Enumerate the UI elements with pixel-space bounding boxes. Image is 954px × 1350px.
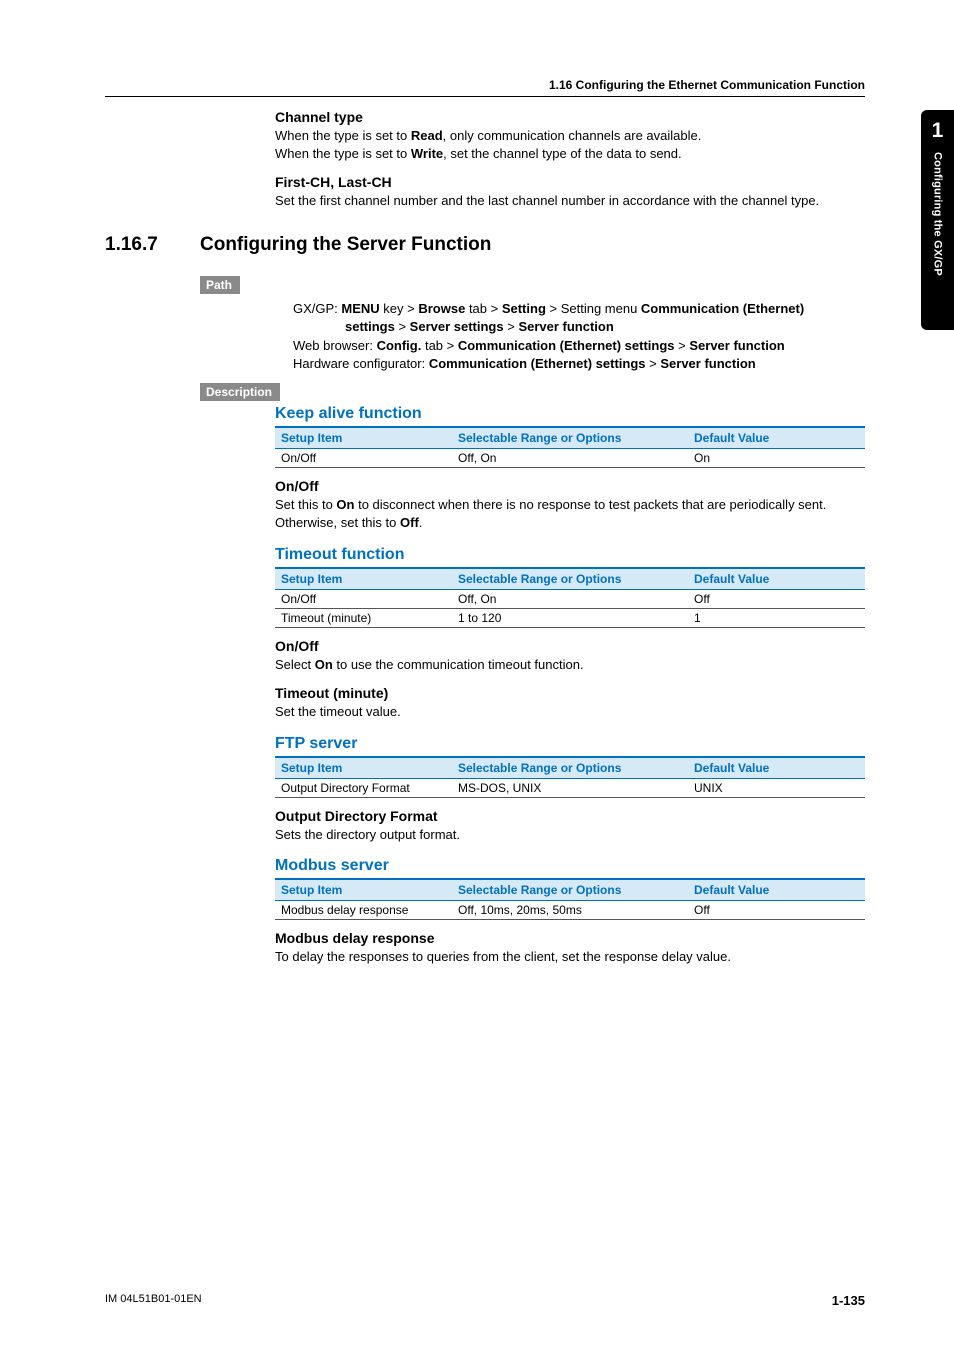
timeout-minute-text: Set the timeout value.: [275, 703, 865, 721]
th-default: Default Value: [688, 569, 865, 590]
table-row: Timeout (minute) 1 to 120 1: [275, 608, 865, 627]
th-default: Default Value: [688, 758, 865, 779]
th-default: Default Value: [688, 428, 865, 449]
table-row: Modbus delay response Off, 10ms, 20ms, 5…: [275, 901, 865, 920]
keep-alive-title: Keep alive function: [275, 405, 865, 428]
timeout-onoff-heading: On/Off: [275, 638, 865, 654]
timeout-onoff-text: Select On to use the communication timeo…: [275, 656, 865, 674]
path-line-web: Web browser: Config. tab > Communication…: [293, 337, 865, 355]
path-label: Path: [200, 276, 240, 294]
keep-alive-onoff-heading: On/Off: [275, 478, 865, 494]
footer-doc-id: IM 04L51B01-01EN: [105, 1293, 202, 1308]
timeout-minute-heading: Timeout (minute): [275, 685, 865, 701]
timeout-title: Timeout function: [275, 546, 865, 569]
ftp-odf-text: Sets the directory output format.: [275, 826, 865, 844]
keep-alive-table: Setup Item Selectable Range or Options D…: [275, 428, 865, 468]
section-title: Configuring the Server Function: [200, 234, 491, 256]
path-line-gxgp: GX/GP: MENU key > Browse tab > Setting >…: [293, 300, 865, 318]
content: 1.16 Configuring the Ethernet Communicat…: [105, 78, 865, 966]
channel-type-line2: When the type is set to Write, set the c…: [275, 145, 865, 163]
table-row: On/Off Off, On On: [275, 449, 865, 468]
th-default: Default Value: [688, 880, 865, 901]
channel-type-line1: When the type is set to Read, only commu…: [275, 127, 865, 145]
modbus-table: Setup Item Selectable Range or Options D…: [275, 880, 865, 920]
ftp-title: FTP server: [275, 735, 865, 758]
th-setup-item: Setup Item: [275, 569, 452, 590]
timeout-table: Setup Item Selectable Range or Options D…: [275, 569, 865, 628]
first-last-heading: First-CH, Last-CH: [275, 174, 865, 190]
th-setup-item: Setup Item: [275, 758, 452, 779]
description-label: Description: [200, 383, 280, 401]
running-header: 1.16 Configuring the Ethernet Communicat…: [105, 78, 865, 97]
section-number: 1.16.7: [105, 234, 200, 256]
th-options: Selectable Range or Options: [452, 880, 688, 901]
ftp-odf-heading: Output Directory Format: [275, 808, 865, 824]
footer-page-number: 1-135: [832, 1293, 865, 1308]
keep-alive-section: Keep alive function Setup Item Selectabl…: [275, 405, 865, 965]
th-setup-item: Setup Item: [275, 880, 452, 901]
keep-alive-onoff-text: Set this to On to disconnect when there …: [275, 496, 865, 531]
modbus-mdr-text: To delay the responses to queries from t…: [275, 948, 865, 966]
section-heading: 1.16.7 Configuring the Server Function: [105, 234, 865, 256]
modbus-title: Modbus server: [275, 857, 865, 880]
side-tab-title: Configuring the GX/GP: [932, 152, 944, 276]
first-last-text: Set the first channel number and the las…: [275, 192, 865, 210]
modbus-mdr-heading: Modbus delay response: [275, 930, 865, 946]
th-setup-item: Setup Item: [275, 428, 452, 449]
th-options: Selectable Range or Options: [452, 569, 688, 590]
path-line-hw: Hardware configurator: Communication (Et…: [293, 355, 865, 373]
path-line-gxgp-cont: settings > Server settings > Server func…: [293, 318, 865, 336]
ftp-table: Setup Item Selectable Range or Options D…: [275, 758, 865, 798]
preamble: Channel type When the type is set to Rea…: [275, 109, 865, 210]
side-tab-number: 1: [932, 116, 944, 146]
side-tab: 1 Configuring the GX/GP: [921, 110, 954, 330]
table-row: On/Off Off, On Off: [275, 589, 865, 608]
path-block: GX/GP: MENU key > Browse tab > Setting >…: [293, 300, 865, 374]
page: 1 Configuring the GX/GP 1.16 Configuring…: [0, 0, 954, 1350]
channel-type-heading: Channel type: [275, 109, 865, 125]
th-options: Selectable Range or Options: [452, 758, 688, 779]
footer: IM 04L51B01-01EN 1-135: [105, 1293, 865, 1308]
th-options: Selectable Range or Options: [452, 428, 688, 449]
table-row: Output Directory Format MS-DOS, UNIX UNI…: [275, 778, 865, 797]
